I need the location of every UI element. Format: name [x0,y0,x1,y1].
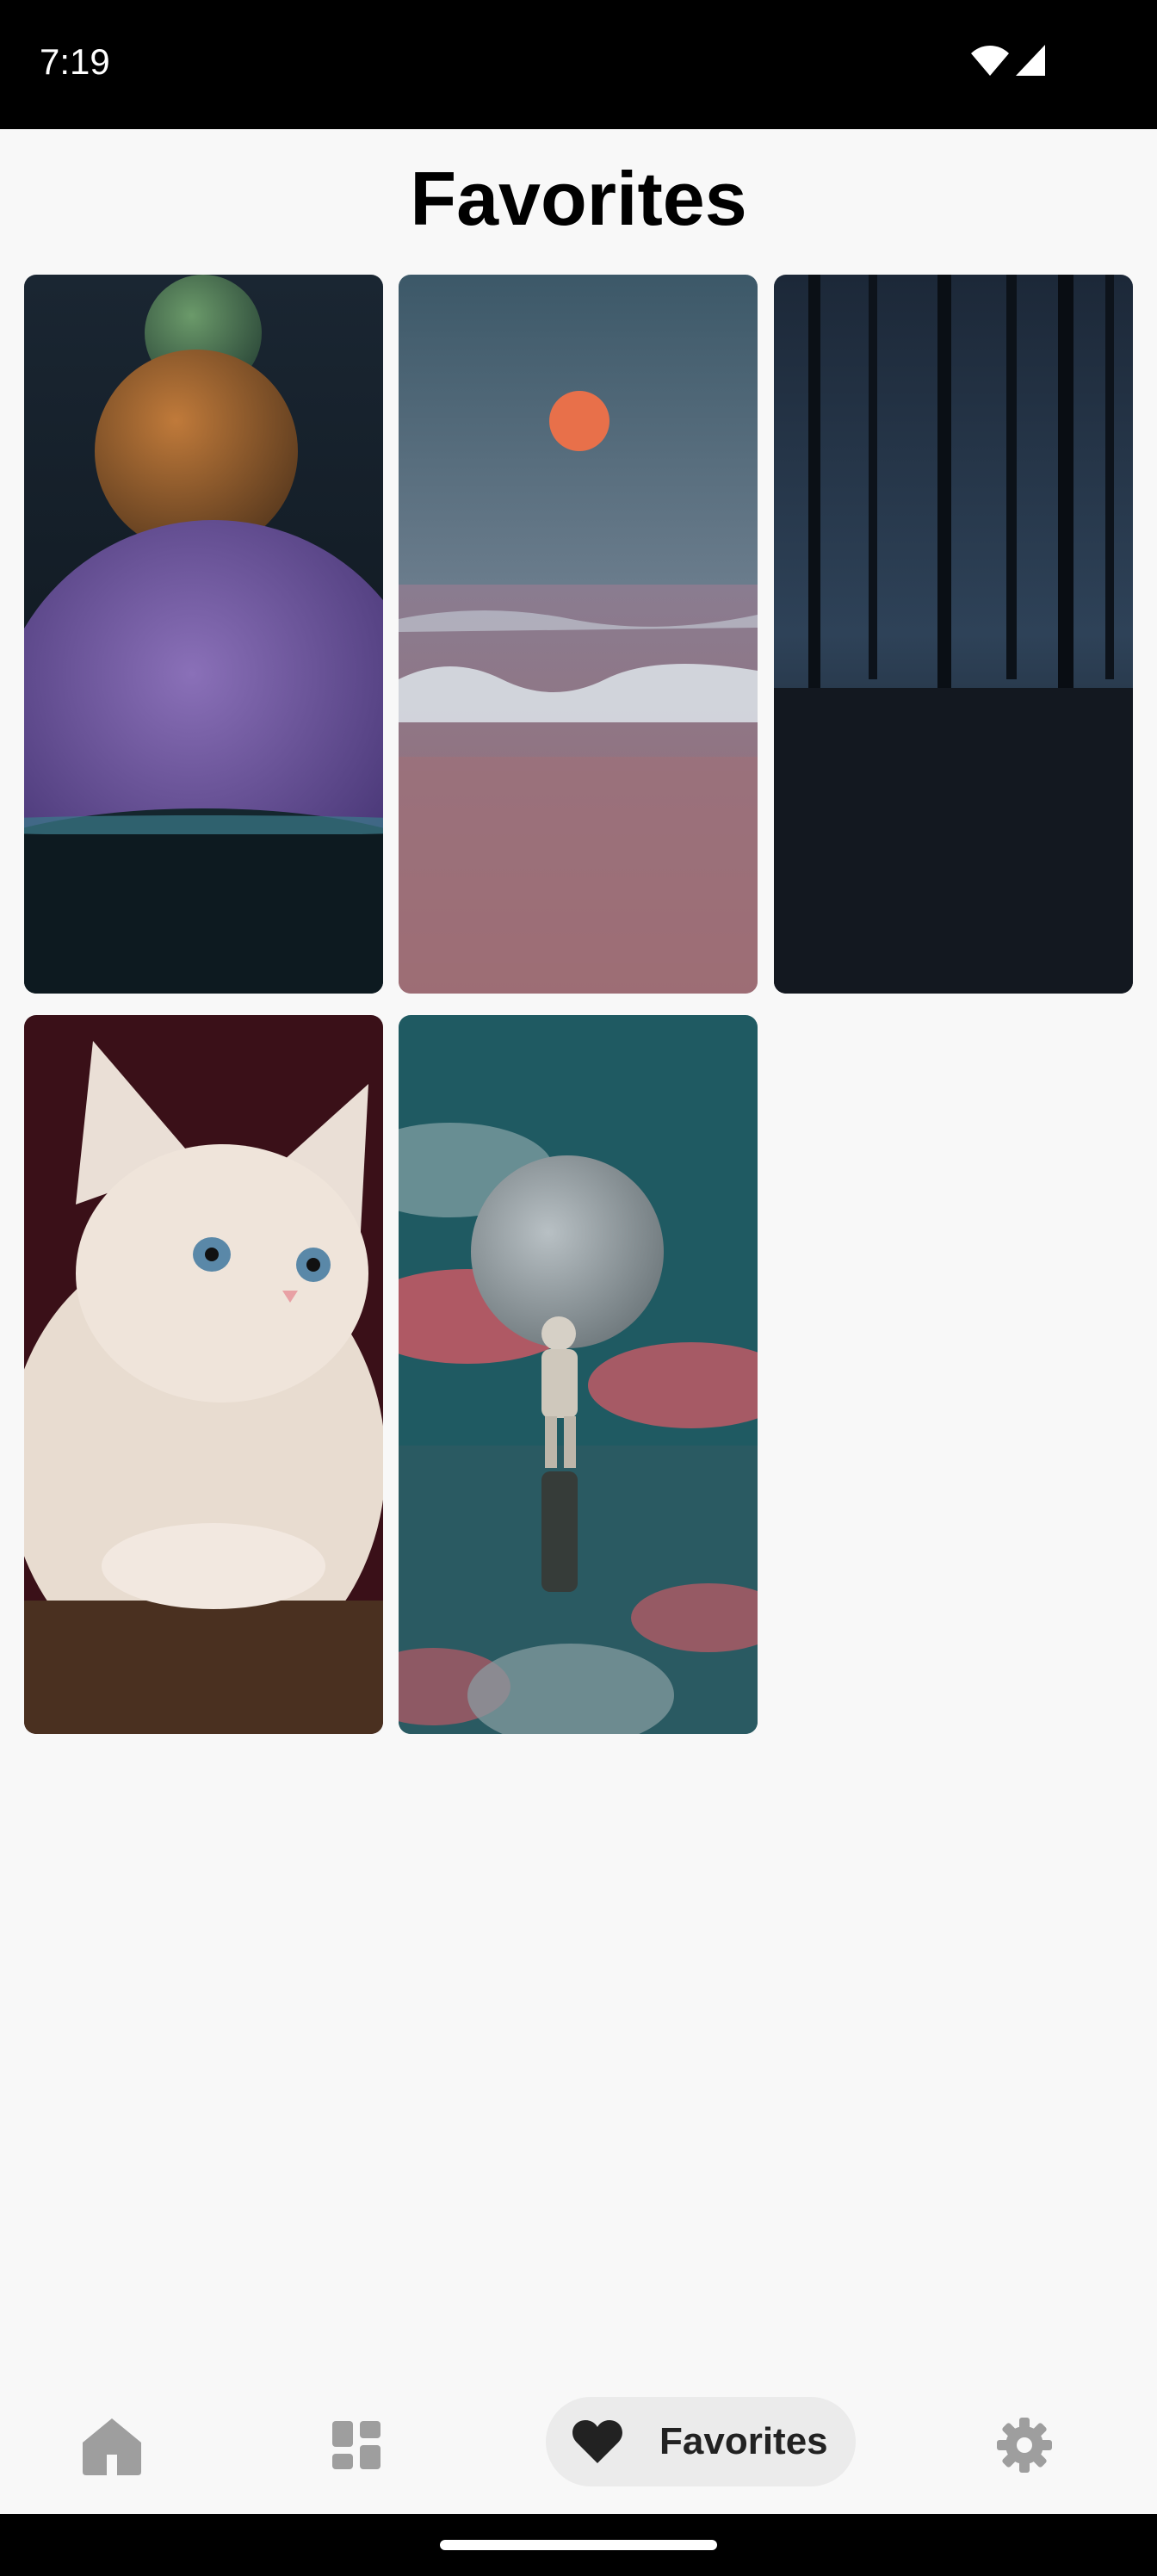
nav-home-button[interactable] [52,2376,172,2514]
wifi-icon [971,46,1009,76]
wallpaper-tile-kitten[interactable] [24,1015,383,1734]
signal-icon [1016,45,1045,76]
status-icons [969,43,1047,77]
home-gesture-handle[interactable] [440,2540,717,2550]
planets-image [24,275,383,994]
nav-categories-button[interactable] [296,2376,417,2514]
dark-forest-image [774,275,1133,994]
nav-favorites-button[interactable]: Favorites [546,2397,856,2486]
heart-icon [572,2420,622,2463]
settings-icon [997,2418,1052,2473]
bottom-navigation: Favorites [0,2376,1157,2514]
home-icon [83,2418,141,2475]
wallpaper-tile-dark-forest[interactable] [774,275,1133,994]
wallpaper-tile-planets[interactable] [24,275,383,994]
status-bar: 7:19 [0,0,1157,129]
status-time: 7:19 [40,41,110,82]
categories-icon [332,2421,381,2469]
kitten-image [24,1015,383,1734]
astronaut-moon-image [399,1015,758,1734]
nav-favorites-label: Favorites [659,2420,828,2462]
moon-sea-image [399,275,758,994]
gesture-bar [0,2514,1157,2576]
page-title: Favorites [410,156,747,241]
wallpaper-tile-moon-sea[interactable] [399,275,758,994]
nav-settings-button[interactable] [964,2376,1085,2514]
wallpaper-tile-astronaut-moon[interactable] [399,1015,758,1734]
